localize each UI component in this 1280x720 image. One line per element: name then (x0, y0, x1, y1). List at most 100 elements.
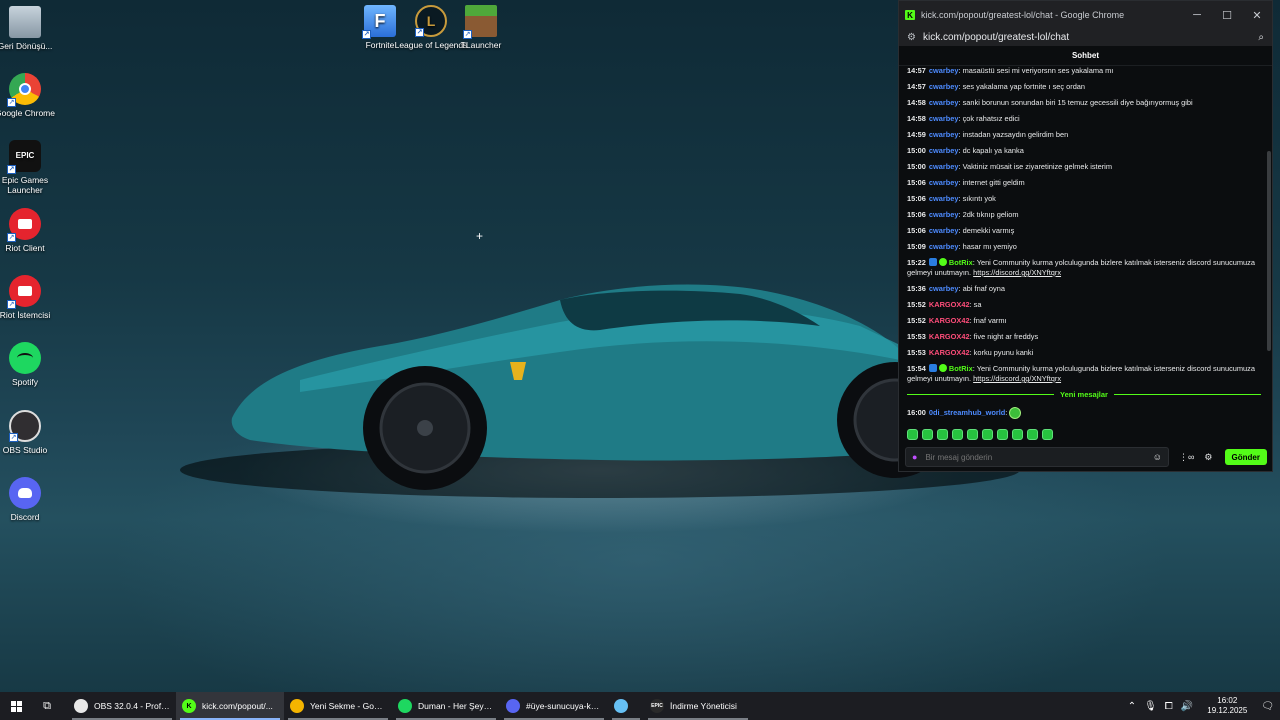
message-username[interactable]: cwarbey (929, 130, 959, 139)
address-bar[interactable]: ⚙ kick.com/popout/greatest-lol/chat ⌕ (899, 29, 1272, 46)
task-view-icon[interactable]: ⧉ (32, 700, 62, 713)
message-username[interactable]: cwarbey (929, 114, 959, 123)
desktop-icon-chrome[interactable]: ↗ Google Chrome (0, 73, 62, 118)
message-username[interactable]: cwarbey (929, 242, 959, 251)
desktop-icon-spotify[interactable]: Spotify (0, 342, 62, 387)
chat-message: 15:54 BotRix: Yeni Community kurma yolcul… (907, 364, 1261, 384)
message-username[interactable]: KARGOX42 (929, 332, 970, 341)
taskbar-item[interactable]: EPIC İndirme Yöneticisi (644, 692, 752, 720)
message-username[interactable]: cwarbey (929, 226, 959, 235)
message-username[interactable]: BotRix (949, 258, 973, 267)
taskbar-item[interactable]: Duman - Her Şeyi Y... (392, 692, 500, 720)
league-icon: L ↗ (415, 5, 447, 37)
chrome-icon: ↗ (7, 73, 41, 107)
emote-icon[interactable] (907, 429, 918, 440)
message-text: : Vaktiniz müsait ise ziyaretinize gelme… (958, 162, 1112, 171)
new-messages-divider: Yeni mesajlar (907, 390, 1261, 399)
desktop-icon-epic-games[interactable]: EPIC ↗ Epic Games Launcher (0, 140, 62, 195)
chat-message: 14:58 cwarbey: sanki borunun sonundan bir… (907, 98, 1261, 108)
desktop-icon-riot-client[interactable]: ↗ Riot Client (0, 208, 62, 253)
start-button[interactable] (0, 692, 32, 720)
taskbar-item[interactable]: OBS 32.0.4 - Profil: l... (68, 692, 176, 720)
message-username[interactable]: KARGOX42 (929, 300, 970, 309)
emote-icon[interactable] (1042, 429, 1053, 440)
share-icon[interactable]: ⋮∞ (1179, 452, 1194, 463)
chat-message: 15:06 cwarbey: 2dk tıknıp geliom (907, 210, 1261, 220)
desktop-icon-riot-istemcisi[interactable]: ↗ Riot İstemcisi (0, 275, 62, 320)
message-username[interactable]: cwarbey (929, 146, 959, 155)
volume-icon[interactable]: 🔊 (1181, 701, 1193, 712)
minimize-icon[interactable]: ─ (1182, 9, 1212, 22)
send-button[interactable]: Gönder (1224, 449, 1267, 465)
clock[interactable]: 16:02 19.12.2025 (1207, 696, 1247, 716)
site-settings-icon[interactable]: ⚙ (907, 32, 916, 43)
message-username[interactable]: BotRix (949, 364, 973, 373)
microphone-icon[interactable]: 🎙 (1144, 701, 1157, 712)
desktop-icon-label: TLauncher (460, 40, 502, 50)
epic-games-icon: EPIC ↗ (7, 140, 41, 174)
message-username[interactable]: KARGOX42 (929, 348, 970, 357)
message-text: : dc kapalı ya kanka (958, 146, 1024, 155)
obs-icon: ↗ (9, 410, 41, 442)
close-icon[interactable]: ✕ (1242, 9, 1272, 22)
message-time: 15:06 (907, 178, 926, 187)
message-username[interactable]: cwarbey (929, 194, 959, 203)
desktop-icon-discord[interactable]: Discord (0, 477, 62, 522)
message-time: 15:52 (907, 300, 926, 309)
message-time: 15:36 (907, 284, 926, 293)
settings-gear-icon[interactable]: ⚙ (1204, 452, 1212, 463)
chat-message-input[interactable] (925, 452, 1153, 462)
message-link[interactable]: https://discord.gg/XNYftqrx (973, 374, 1061, 383)
network-icon[interactable]: ⧠ (1165, 701, 1173, 712)
desktop-icon-tlauncher[interactable]: ↗ TLauncher (444, 5, 518, 50)
emote-icon[interactable] (1027, 429, 1038, 440)
message-username[interactable]: cwarbey (929, 162, 959, 171)
microphone-icon[interactable]: ● (912, 452, 917, 462)
message-username[interactable]: KARGOX42 (929, 316, 970, 325)
emoji-icon[interactable]: ☺ (1153, 452, 1162, 462)
chat-message: 15:00 cwarbey: dc kapalı ya kanka (907, 146, 1261, 156)
emote-icon[interactable] (922, 429, 933, 440)
emote-icon[interactable] (952, 429, 963, 440)
desktop-icon-obs[interactable]: ↗ OBS Studio (0, 410, 62, 455)
recycle-bin-icon (9, 6, 41, 38)
taskbar-item[interactable]: #üye-sunucuya-kat... (500, 692, 608, 720)
emote-icon[interactable] (967, 429, 978, 440)
message-text: : demekki varmış (958, 226, 1015, 235)
message-text: : korku pyunu kanki (969, 348, 1034, 357)
message-time: 14:57 (907, 82, 926, 91)
steam-icon (614, 699, 628, 713)
emote-icon (1009, 407, 1022, 419)
chat-scrollbar[interactable] (1267, 151, 1271, 351)
message-text: : masaüstü sesi mi veriyorsnn ses yakala… (958, 66, 1114, 75)
message-time: 15:00 (907, 146, 926, 155)
taskbar-item[interactable]: Yeni Sekme - Googl... (284, 692, 392, 720)
window-titlebar[interactable]: K kick.com/popout/greatest-lol/chat - Go… (899, 1, 1272, 29)
emote-icon[interactable] (982, 429, 993, 440)
chat-message: 14:59 cwarbey: instadan yazsaydın gelirdi… (907, 130, 1261, 140)
system-tray: ⌃ 🎙 ⧠ 🔊 16:02 19.12.2025 🗨 (1128, 696, 1280, 716)
taskbar-item[interactable]: Kkick.com/popout/... (176, 692, 284, 720)
emote-icon[interactable] (997, 429, 1008, 440)
emote-icon[interactable] (937, 429, 948, 440)
message-username[interactable]: cwarbey (929, 178, 959, 187)
message-username[interactable]: cwarbey (929, 210, 959, 219)
message-link[interactable]: https://discord.gg/XNYftqrx (973, 268, 1061, 277)
chat-input-box[interactable]: ● ☺ (905, 447, 1169, 467)
taskbar-item[interactable] (608, 692, 644, 720)
emote-icon[interactable] (1012, 429, 1023, 440)
chat-window[interactable]: K kick.com/popout/greatest-lol/chat - Go… (898, 0, 1273, 472)
search-icon[interactable]: ⌕ (1258, 32, 1264, 43)
notifications-icon[interactable]: 🗨 (1261, 701, 1274, 712)
message-username[interactable]: cwarbey (929, 66, 959, 75)
desktop-icon-recycle-bin[interactable]: Geri Dönüşü... (0, 6, 62, 51)
message-username[interactable]: cwarbey (929, 98, 959, 107)
message-username[interactable]: cwarbey (929, 82, 959, 91)
message-username[interactable]: cwarbey (929, 284, 959, 293)
message-username[interactable]: 0di_streamhub_world (929, 408, 1005, 417)
maximize-icon[interactable]: ☐ (1212, 9, 1242, 22)
chat-message-list[interactable]: 14:57 cwarbey: masaüstü sesi mi veriyorsn… (899, 66, 1269, 431)
chevron-up-icon[interactable]: ⌃ (1128, 701, 1136, 712)
discord-icon (506, 699, 520, 713)
spotify-icon (9, 342, 41, 374)
